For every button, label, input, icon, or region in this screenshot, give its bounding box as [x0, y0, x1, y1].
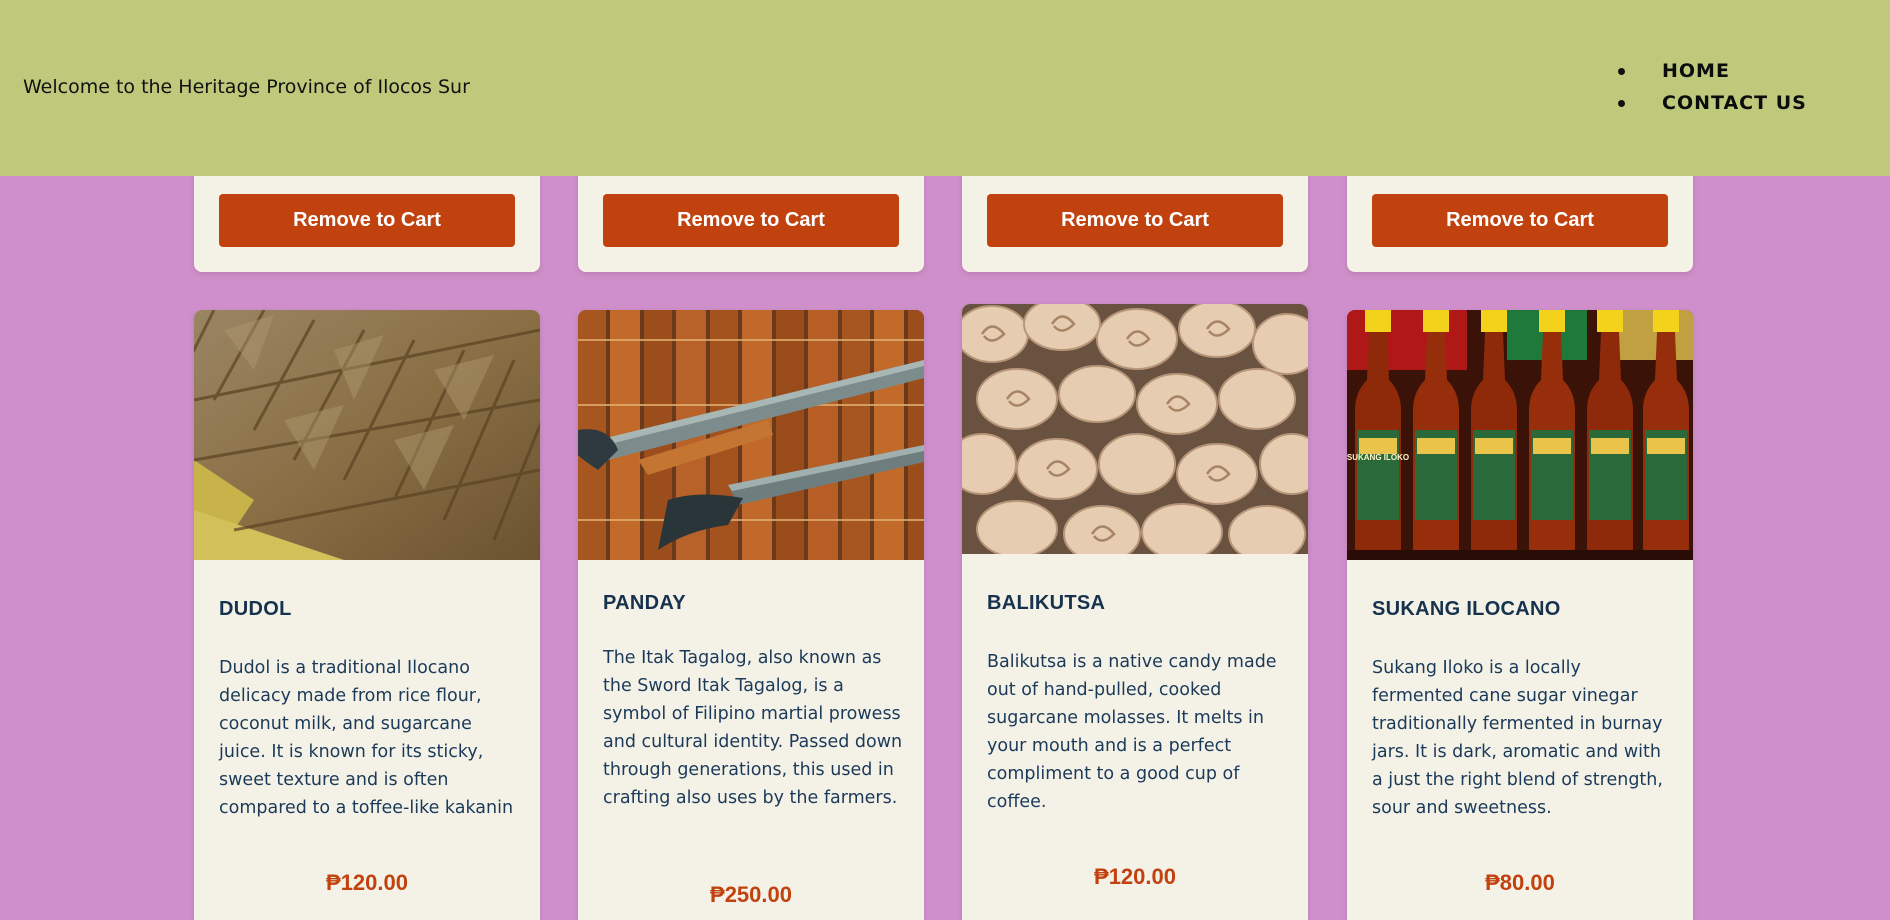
balikutsa-image — [962, 304, 1308, 554]
product-description: Sukang Iloko is a locally fermented cane… — [1372, 658, 1663, 818]
sukang-iloko-image: SUKANG ILOKO — [1347, 310, 1693, 560]
product-description: Dudol is a traditional Ilocano delicacy … — [219, 658, 514, 818]
product-description: Balikutsa is a native candy made out of … — [987, 652, 1277, 812]
product-card-sukang-ilocano: SUKANG ILOKO SUKANG ILOCANO Sukang Iloko… — [1347, 310, 1693, 920]
product-name: SUKANG ILOCANO — [1372, 598, 1561, 620]
remove-to-cart-button[interactable]: Remove to Cart — [219, 194, 515, 247]
product-description: The Itak Tagalog, also known as the Swor… — [603, 648, 903, 808]
welcome-text: Welcome to the Heritage Province of Iloc… — [23, 76, 470, 98]
nav-item-home[interactable]: HOME — [1618, 58, 1807, 90]
nav-item-contact[interactable]: CONTACT US — [1618, 90, 1807, 122]
nav-home-link[interactable]: HOME — [1662, 60, 1730, 82]
bottle-label-text: SUKANG ILOKO — [1347, 453, 1409, 462]
panday-image — [578, 310, 924, 560]
remove-to-cart-button[interactable]: Remove to Cart — [603, 194, 899, 247]
product-name: DUDOL — [219, 598, 292, 620]
product-price: ₱250.00 — [710, 882, 792, 907]
product-name: PANDAY — [603, 592, 686, 614]
product-price: ₱120.00 — [1094, 864, 1176, 889]
product-card-panday: PANDAY The Itak Tagalog, also known as t… — [578, 310, 924, 920]
site-header: Welcome to the Heritage Province of Iloc… — [0, 0, 1890, 176]
remove-to-cart-button[interactable]: Remove to Cart — [1372, 194, 1668, 247]
dudol-image — [194, 310, 540, 560]
product-price: ₱120.00 — [326, 870, 408, 895]
remove-to-cart-button[interactable]: Remove to Cart — [987, 194, 1283, 247]
product-card-dudol: DUDOL Dudol is a traditional Ilocano del… — [194, 310, 540, 920]
main-nav: HOME CONTACT US — [1618, 58, 1807, 122]
product-name: BALIKUTSA — [987, 592, 1106, 614]
product-price: ₱80.00 — [1485, 870, 1555, 895]
nav-contact-link[interactable]: CONTACT US — [1662, 92, 1807, 114]
product-card-balikutsa: BALIKUTSA Balikutsa is a native candy ma… — [962, 304, 1308, 920]
